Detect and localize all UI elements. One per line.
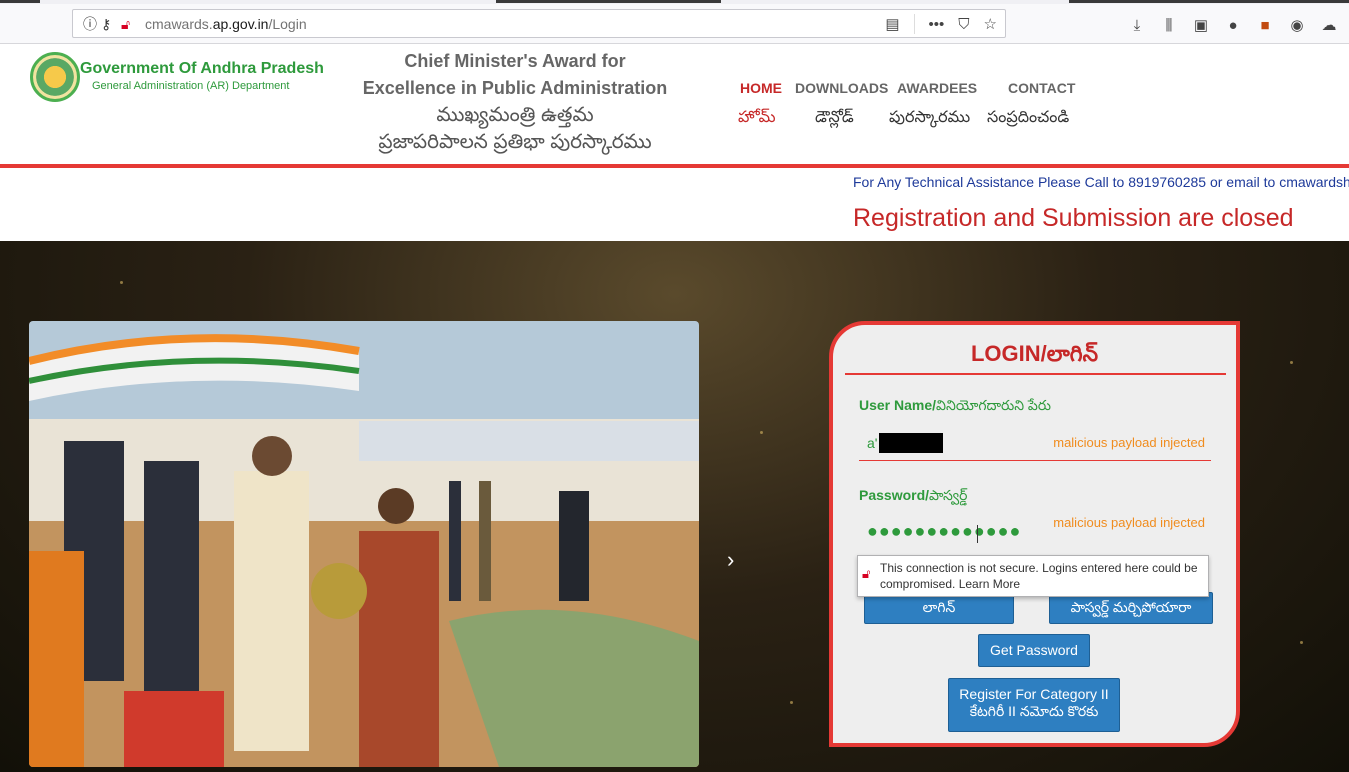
password-value: ●●●●●●●●●●●●● <box>867 521 1022 541</box>
gov-name: Government Of Andhra Pradesh <box>80 60 324 77</box>
more-actions-icon[interactable]: ••• <box>929 16 945 33</box>
text-caret <box>977 525 978 543</box>
separator <box>913 14 915 34</box>
award-line-telugu: ప్రజాపరిపాలన ప్రతిభా పురస్కారము <box>378 131 652 153</box>
nav-home[interactable]: HOME <box>740 80 782 96</box>
username-label: User Name/వినియోగదారుని పేరు <box>859 397 1052 413</box>
site-header: Government Of Andhra Pradesh General Adm… <box>0 44 1349 166</box>
download-icon[interactable]: ⤓ <box>1128 17 1146 34</box>
url-bar[interactable]: ⓘ ⚷ 🔓︎ cmawards.ap.gov.in/Login ▤ ••• ⛉ … <box>72 9 1006 38</box>
nav-downloads[interactable]: DOWNLOADS <box>795 80 888 96</box>
nav-contact-telugu[interactable]: సంప్రదించండి <box>987 108 1069 130</box>
gov-dept: General Administration (AR) Department <box>92 80 290 92</box>
award-ceremony-photo <box>29 321 699 767</box>
redaction-box <box>879 433 943 453</box>
register-line: Register For Category II <box>959 686 1109 702</box>
ap-emblem-logo[interactable] <box>30 52 80 102</box>
sparkle <box>1300 641 1303 644</box>
username-value: a' <box>867 435 878 451</box>
notice-band: For Any Technical Assistance Please Call… <box>0 168 1349 241</box>
info-icon[interactable]: ⓘ <box>83 15 97 33</box>
title-divider <box>845 373 1226 375</box>
cookie-icon[interactable]: ● <box>1224 17 1242 34</box>
nav-downloads-telugu[interactable]: డౌన్లోడ్ <box>815 108 854 130</box>
sparkle <box>760 431 763 434</box>
password-field[interactable]: ●●●●●●●●●●●●● malicious payload injected <box>859 509 1211 543</box>
registration-closed-notice: Registration and Submission are closed <box>853 204 1294 232</box>
reader-view-icon[interactable]: ▤ <box>885 15 899 33</box>
learn-more-link[interactable]: Learn More <box>959 577 1020 591</box>
url-text[interactable]: cmawards.ap.gov.in/Login <box>145 16 307 33</box>
extension-icon[interactable]: ■ <box>1256 17 1274 34</box>
register-category-ii-button[interactable]: Register For Category II కేటగిరీ II నమోద… <box>948 678 1120 732</box>
username-field[interactable]: a' malicious payload injected <box>859 427 1211 461</box>
carousel-next-icon[interactable]: › <box>727 549 734 571</box>
account-icon[interactable]: ◉ <box>1288 16 1306 34</box>
username-injected-text: malicious payload injected <box>1053 435 1205 450</box>
get-password-button[interactable]: Get Password <box>978 634 1090 667</box>
technical-assistance-marquee: For Any Technical Assistance Please Call… <box>853 174 1349 190</box>
cloud-icon[interactable]: ☁ <box>1320 16 1338 34</box>
nav-contact[interactable]: CONTACT <box>1008 80 1075 96</box>
tab-indicator <box>1069 0 1349 3</box>
sparkle <box>1290 361 1293 364</box>
award-line: Excellence in Public Administration <box>362 78 668 98</box>
key-icon[interactable]: ⚷ <box>101 15 111 33</box>
password-injected-text: malicious payload injected <box>1053 515 1205 530</box>
tab-indicator <box>496 0 721 3</box>
sparkle <box>790 701 793 704</box>
sparkle <box>120 281 123 284</box>
insecure-lock-icon[interactable]: 🔓︎ <box>121 15 130 33</box>
register-line-telugu: కేటగిరీ II నమోదు కొరకు <box>969 703 1099 719</box>
sidebar-icon[interactable]: ▣ <box>1192 16 1210 34</box>
nav-awardees-telugu[interactable]: పురస్కారము <box>889 108 970 130</box>
pocket-icon[interactable]: ⛉ <box>958 16 969 33</box>
insecure-lock-icon: 🔓︎ <box>862 566 871 581</box>
password-label: Password/పాస్వర్డ్ <box>859 487 968 503</box>
award-title: Chief Minister's Award for Excellence in… <box>350 48 680 156</box>
bookmark-star-icon[interactable]: ☆ <box>984 15 997 33</box>
award-line: Chief Minister's Award for <box>404 51 626 71</box>
warning-text: This connection is not secure. Logins en… <box>880 561 1198 591</box>
award-line-telugu: ముఖ్యమంత్రి ఉత్తమ <box>436 104 594 126</box>
insecure-login-warning[interactable]: 🔓︎ This connection is not secure. Logins… <box>857 555 1209 597</box>
library-icon[interactable]: ⫼ <box>1160 17 1178 34</box>
nav-home-telugu[interactable]: హోమ్ <box>738 108 776 130</box>
tab-indicator <box>0 0 40 3</box>
photo-illustration <box>29 334 699 767</box>
nav-awardees[interactable]: AWARDEES <box>897 80 977 96</box>
browser-toolbar: ⓘ ⚷ 🔓︎ cmawards.ap.gov.in/Login ▤ ••• ⛉ … <box>0 4 1349 44</box>
login-title: LOGIN/లాగిన్ <box>970 341 1099 366</box>
